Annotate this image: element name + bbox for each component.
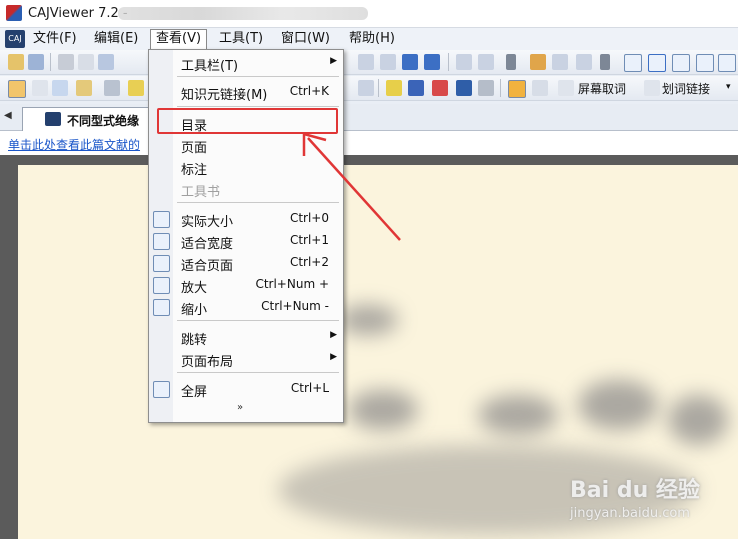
watermark-brand: Bai du 经验: [570, 478, 700, 503]
arrow-line: [307, 137, 401, 241]
watermark-url: jingyan.baidu.com: [570, 506, 690, 521]
baidu-watermark: Bai du 经验 jingyan.baidu.com: [560, 460, 730, 530]
red-arrow-annotation: [302, 132, 401, 241]
